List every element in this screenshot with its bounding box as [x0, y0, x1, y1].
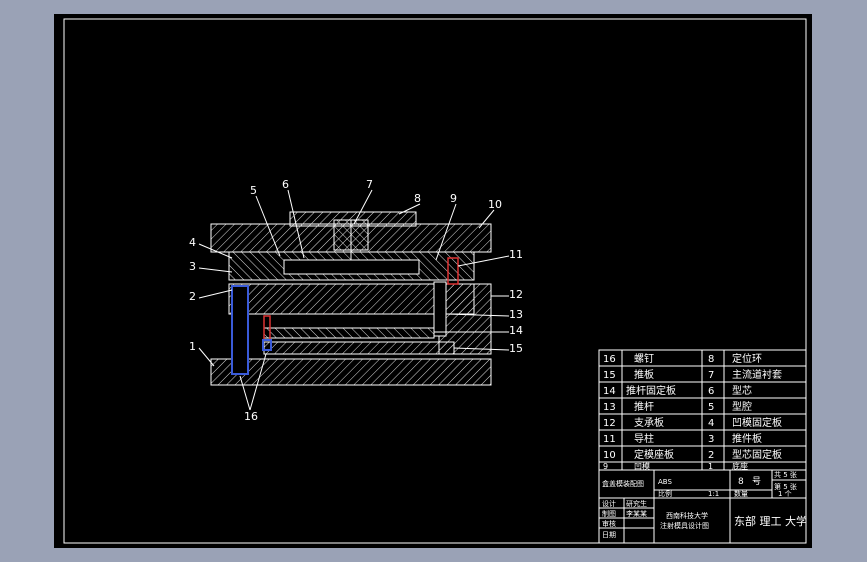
part-no: 8: [708, 354, 714, 365]
callout: 2: [189, 290, 196, 303]
approver-label: 日期: [602, 531, 616, 539]
part-no: 10: [603, 450, 616, 461]
weight: 1 个: [778, 490, 792, 498]
school-name: 东部 理工 大学: [734, 514, 807, 528]
callout: 4: [189, 236, 196, 249]
callout: 3: [189, 260, 196, 273]
part-no: 5: [708, 402, 714, 413]
part-no: 2: [708, 450, 714, 461]
guide-pillar-right: [433, 281, 447, 337]
part-no: 6: [708, 386, 714, 397]
mold-assembly: [210, 211, 492, 386]
material: ABS: [658, 478, 672, 486]
part-no: 7: [708, 370, 714, 381]
part-name: 型腔: [732, 400, 752, 413]
parts-list: 16 螺钉 8 定位环 15 推板 7 主流道衬套 14 推杆固定板 6 型芯 …: [603, 352, 782, 471]
part-name: 定位环: [732, 352, 762, 365]
part-name: 推杆固定板: [626, 384, 676, 397]
scale: 1:1: [708, 490, 719, 498]
quantity: 8: [738, 477, 744, 487]
part-no: 14: [603, 386, 616, 397]
callout: 11: [509, 248, 523, 261]
part-name: 主流道衬套: [732, 368, 782, 381]
callout: 12: [509, 288, 523, 301]
sheet-total: 共 5 张: [774, 470, 797, 479]
part-no: 3: [708, 434, 714, 445]
ejector-plate: [263, 341, 455, 355]
part-no: 12: [603, 418, 616, 429]
part-name: 推杆: [634, 400, 654, 413]
drawer-label: 制图: [602, 509, 616, 518]
part-name: 推件板: [732, 432, 762, 445]
part-name: 型芯固定板: [732, 448, 782, 461]
callout: 9: [450, 192, 457, 205]
designer-label: 设计: [602, 499, 616, 508]
callout: 14: [509, 324, 523, 337]
callout: 15: [509, 342, 523, 355]
drawing-name: 盒盖模装配图: [602, 479, 644, 488]
callout: 16: [244, 410, 258, 423]
guide-pillar-left: [231, 285, 249, 375]
part-name: 导柱: [634, 432, 654, 445]
cad-viewport[interactable]: 1 2 3 4 5 6 7 8 9 10 11 12 13 14 15 16 1…: [54, 14, 812, 548]
part-no: 16: [603, 354, 616, 365]
callout: 7: [366, 178, 373, 191]
project: 西南科技大学: [666, 511, 708, 520]
unit: 号: [752, 476, 761, 487]
drawing-border: [63, 18, 807, 544]
callout: 6: [282, 178, 289, 191]
part-no: 9: [603, 462, 608, 471]
part-name: 底座: [732, 461, 748, 471]
part-no: 13: [603, 402, 616, 413]
part-name: 螺钉: [634, 353, 654, 365]
designer: 研究生: [626, 499, 647, 508]
drawer: 李某某: [626, 509, 647, 518]
part-name: 凹模: [634, 461, 650, 471]
scale-label: 比例: [658, 489, 672, 498]
callout: 8: [414, 192, 421, 205]
callout: 13: [509, 308, 523, 321]
part-no: 15: [603, 370, 616, 381]
part-no: 1: [708, 462, 713, 471]
callout: 5: [250, 184, 257, 197]
part-name: 推板: [634, 368, 654, 381]
part-no: 11: [603, 434, 616, 445]
cavity: [283, 259, 420, 275]
ejector-retainer-plate: [263, 327, 435, 339]
part-name: 定模座板: [634, 448, 674, 461]
weight-label: 数量: [734, 489, 748, 498]
part-name: 支承板: [634, 416, 664, 429]
part-name: 型芯: [732, 384, 752, 397]
callout: 10: [488, 198, 502, 211]
part-name: 凹模固定板: [732, 416, 782, 429]
part-no: 4: [708, 418, 714, 429]
checker-label: 审核: [602, 519, 616, 528]
callout: 1: [189, 340, 196, 353]
project-sub: 注射模具设计图: [660, 521, 709, 530]
base-plate: [210, 358, 492, 386]
